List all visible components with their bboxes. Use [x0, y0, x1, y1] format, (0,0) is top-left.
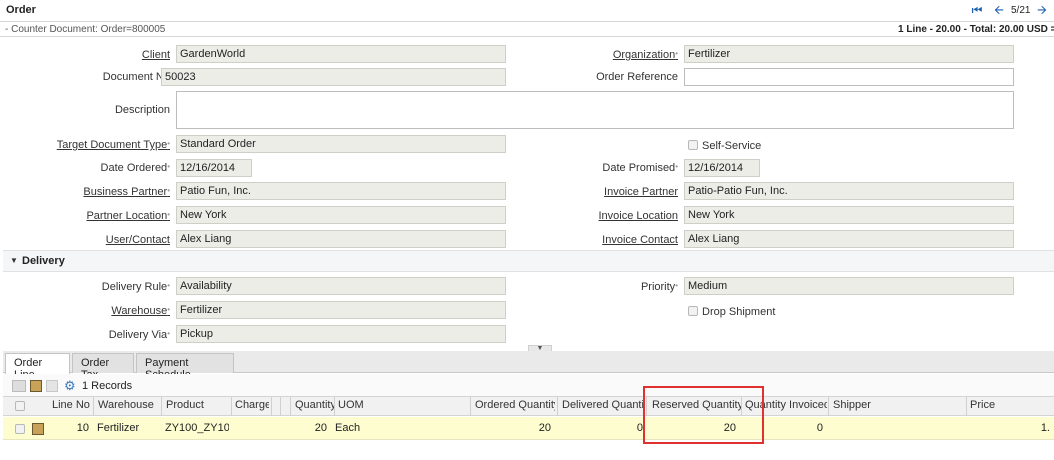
warehouse-label[interactable]: Warehouse•: [60, 305, 170, 317]
document-summary: 1 Line - 20.00 - Total: 20.00 USD = 20.0…: [898, 24, 1054, 35]
invoice-partner-field[interactable]: Patio-Patio Fun, Inc.: [684, 182, 1014, 200]
col-separator: [280, 397, 281, 416]
delivery-rule-field[interactable]: Availability: [176, 277, 506, 295]
drop-shipment-label: Drop Shipment: [702, 306, 776, 318]
target-doc-type-field[interactable]: Standard Order: [176, 135, 506, 153]
partner-location-field[interactable]: New York: [176, 206, 506, 224]
grid-select-icon[interactable]: [12, 380, 26, 392]
col-ordered-quantity[interactable]: Ordered Quantity: [475, 399, 555, 411]
col-separator: [966, 397, 967, 416]
invoice-contact-field[interactable]: Alex Liang: [684, 230, 1014, 248]
user-contact-field[interactable]: Alex Liang: [176, 230, 506, 248]
self-service-label: Self-Service: [702, 140, 762, 152]
user-contact-label[interactable]: User/Contact: [60, 234, 170, 246]
col-separator: [557, 397, 558, 416]
cell-quantity[interactable]: 20: [292, 422, 327, 434]
client-label[interactable]: Client: [120, 49, 170, 61]
partner-location-label[interactable]: Partner Location•: [40, 210, 170, 222]
delivery-rule-label: Delivery Rule•: [101, 281, 170, 293]
invoice-contact-label[interactable]: Invoice Contact: [560, 234, 678, 246]
business-partner-field[interactable]: Patio Fun, Inc.: [176, 182, 506, 200]
date-promised-label: Date Promised•: [602, 162, 678, 174]
delete-record-icon[interactable]: [46, 380, 58, 392]
delivery-via-field[interactable]: Pickup: [176, 325, 506, 343]
col-separator: [161, 397, 162, 416]
priority-field[interactable]: Medium: [684, 277, 1014, 295]
cell-ordered-quantity[interactable]: 20: [475, 422, 551, 434]
col-product[interactable]: Product: [166, 399, 228, 411]
col-separator: [231, 397, 232, 416]
col-uom[interactable]: UOM: [338, 399, 378, 411]
col-separator: [828, 397, 829, 416]
warehouse-field[interactable]: Fertilizer: [176, 301, 506, 319]
description-label: Description: [114, 104, 170, 116]
document-context: - Counter Document: Order=800005: [5, 24, 166, 35]
target-doc-type-label[interactable]: Target Document Type•: [30, 139, 170, 151]
col-shipper[interactable]: Shipper: [833, 399, 893, 411]
col-quantity[interactable]: Quantity: [295, 399, 335, 411]
col-separator: [470, 397, 471, 416]
organization-label[interactable]: Organization•: [560, 49, 678, 61]
tab-payment-schedule[interactable]: Payment Schedule: [136, 353, 234, 381]
col-separator: [334, 397, 335, 416]
cell-line-no[interactable]: 10: [52, 422, 89, 434]
next-record-icon[interactable]: 🡪: [1035, 3, 1049, 17]
document-no-label: Document No: [102, 71, 170, 83]
business-partner-label[interactable]: Business Partner•: [40, 186, 170, 198]
invoice-location-field[interactable]: New York: [684, 206, 1014, 224]
window-title: Order: [6, 4, 36, 16]
cell-warehouse[interactable]: Fertilizer: [97, 422, 159, 434]
date-ordered-label: Date Ordered•: [100, 162, 170, 174]
row-edit-icon[interactable]: [32, 423, 44, 435]
reserved-quantity-highlight-box: [643, 386, 764, 444]
col-warehouse[interactable]: Warehouse: [98, 399, 158, 411]
select-all-checkbox[interactable]: [15, 401, 25, 411]
record-pager: 5/21: [1011, 5, 1031, 16]
col-line-no[interactable]: Line No: [52, 399, 92, 411]
tab-order-line[interactable]: Order Line: [5, 353, 70, 381]
delivery-section-label[interactable]: Delivery: [22, 255, 65, 267]
col-separator: [93, 397, 94, 416]
cell-uom[interactable]: Each: [335, 422, 375, 434]
description-field[interactable]: [176, 91, 1014, 129]
col-price[interactable]: Price: [970, 399, 1030, 411]
collapse-triangle-icon[interactable]: ▼: [10, 256, 18, 265]
col-separator: [290, 397, 291, 416]
first-record-icon[interactable]: ⏮: [970, 3, 984, 17]
gear-icon[interactable]: ⚙: [64, 378, 76, 394]
edit-record-icon[interactable]: [30, 380, 42, 392]
order-reference-field[interactable]: [684, 68, 1014, 86]
date-promised-field[interactable]: 12/16/2014: [684, 159, 760, 177]
delivery-via-label: Delivery Via•: [108, 329, 170, 341]
row-select-checkbox[interactable]: [15, 424, 25, 434]
date-ordered-field[interactable]: 12/16/2014: [176, 159, 252, 177]
order-reference-label: Order Reference: [596, 71, 678, 83]
cell-product[interactable]: ZY100_ZY100: [165, 422, 229, 434]
tab-order-tax[interactable]: Order Tax: [72, 353, 134, 381]
document-no-field[interactable]: 50023: [161, 68, 506, 86]
col-separator: [271, 397, 272, 416]
organization-field[interactable]: Fertilizer: [684, 45, 1014, 63]
previous-record-icon[interactable]: 🡨: [992, 3, 1006, 17]
client-field[interactable]: GardenWorld: [176, 45, 506, 63]
grid-toolbar: [3, 374, 1054, 396]
cell-delivered-quantity[interactable]: 0: [560, 422, 643, 434]
col-delivered-quantity[interactable]: Delivered Quantity: [562, 399, 644, 411]
delivery-section-header[interactable]: [3, 250, 1054, 272]
window-titlebar: [0, 0, 1054, 22]
record-count: 1 Records: [82, 380, 133, 392]
invoice-partner-label[interactable]: Invoice Partner: [560, 186, 678, 198]
invoice-location-label[interactable]: Invoice Location: [560, 210, 679, 222]
cell-price[interactable]: 1.: [970, 422, 1050, 434]
col-charge-amount[interactable]: Charge Amount: [235, 399, 269, 411]
drop-shipment-checkbox[interactable]: [688, 306, 698, 316]
self-service-checkbox[interactable]: [688, 140, 698, 150]
priority-label: Priority•: [640, 281, 678, 293]
